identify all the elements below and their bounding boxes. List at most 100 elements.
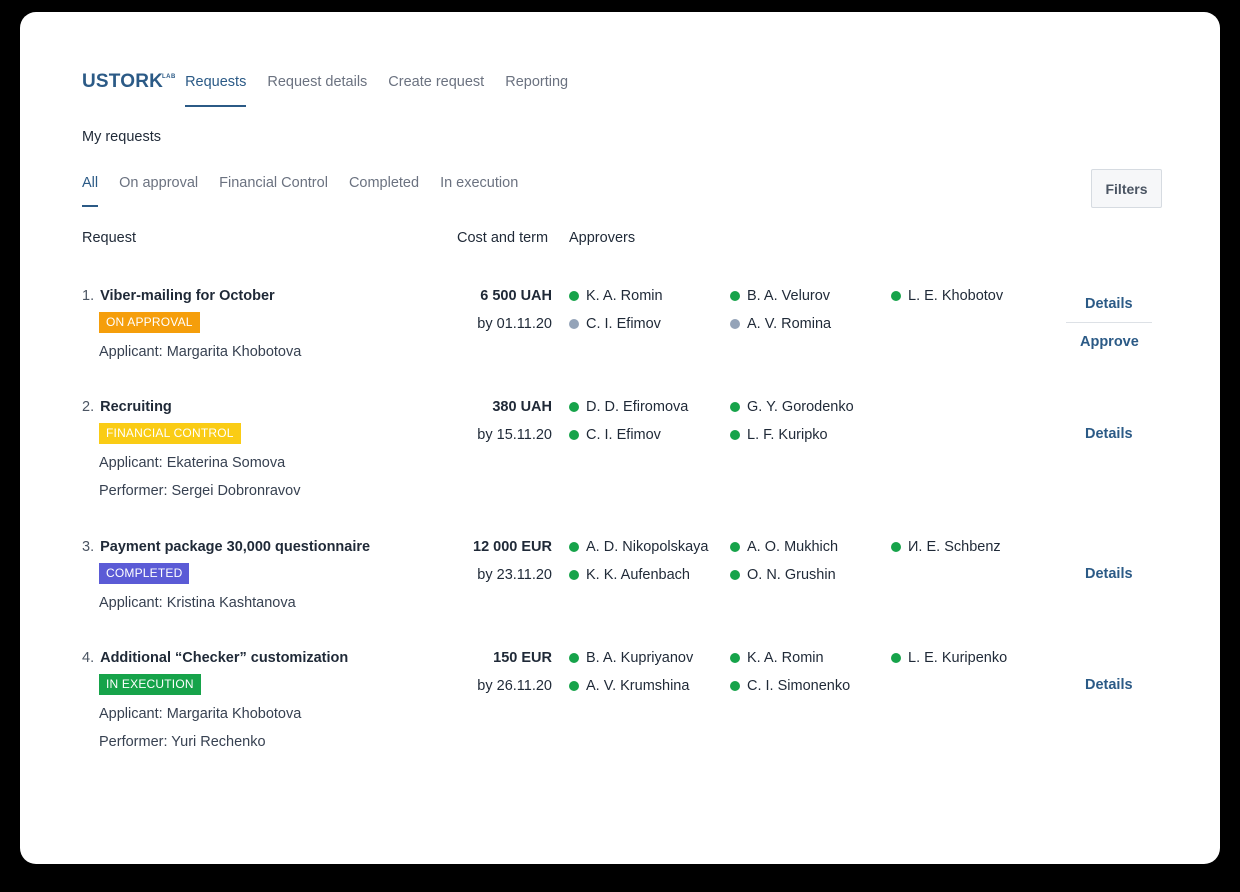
approver: A. D. Nikopolskaya <box>569 538 709 556</box>
approved-status-dot <box>891 291 901 301</box>
details-button[interactable]: Details <box>1085 426 1133 442</box>
pending-status-dot <box>569 319 579 329</box>
approved-status-dot <box>569 291 579 301</box>
approver-name: L. F. Kuripko <box>747 427 828 443</box>
nav-tab-reporting[interactable]: Reporting <box>505 70 568 106</box>
approver-name: G. Y. Gorodenko <box>747 399 854 415</box>
nav-tabs: Requests Request details Create request Rep… <box>185 70 589 107</box>
cost-amount: 150 EUR <box>493 650 552 666</box>
status-badge: ON APPROVAL <box>99 312 200 333</box>
cost-amount: 12 000 EUR <box>473 539 552 555</box>
approver-name: D. D. Efiromova <box>586 399 689 415</box>
performer-text: Performer: Sergei Dobronravov <box>99 483 301 499</box>
approver: A. V. Romina <box>730 315 831 333</box>
actions-divider <box>1066 322 1152 323</box>
brand-logo[interactable]: USTORK LAB <box>82 71 175 93</box>
approved-status-dot <box>891 542 901 552</box>
request-number: 1. <box>82 288 95 304</box>
approved-status-dot <box>730 430 740 440</box>
status-badge: FINANCIAL CONTROL <box>99 423 241 444</box>
filter-tab-in-execution[interactable]: In execution <box>440 175 518 207</box>
applicant-text: Applicant: Kristina Kashtanova <box>99 595 296 611</box>
approver-name: B. A. Kupriyanov <box>586 650 694 666</box>
approved-status-dot <box>569 570 579 580</box>
approver: B. A. Velurov <box>730 287 830 305</box>
filter-tab-on-approval[interactable]: On approval <box>119 175 198 207</box>
column-header-approvers: Approvers <box>569 230 636 246</box>
brand-name: USTORK <box>82 71 164 92</box>
request-title-line: 2. Recruiting <box>82 398 172 416</box>
approver: A. V. Krumshina <box>569 677 689 695</box>
approver-name: A. D. Nikopolskaya <box>586 539 709 555</box>
approver-name: K. A. Romin <box>586 288 663 304</box>
applicant-text: Applicant: Ekaterina Somova <box>99 455 286 471</box>
approver: B. A. Kupriyanov <box>569 649 693 667</box>
approver: K. K. Aufenbach <box>569 566 690 584</box>
filter-tab-all[interactable]: All <box>82 175 99 207</box>
nav-tab-create-request[interactable]: Create request <box>388 70 484 106</box>
approver: L. E. Kuripenko <box>891 649 1007 667</box>
approved-status-dot <box>730 542 740 552</box>
approver-name: K. A. Romin <box>747 650 824 666</box>
details-button[interactable]: Details <box>1085 677 1133 693</box>
approver: G. Y. Gorodenko <box>730 398 854 416</box>
status-badge: IN EXECUTION <box>99 674 201 695</box>
approver: C. I. Simonenko <box>730 677 850 695</box>
term-date: by 01.11.20 <box>477 316 552 332</box>
request-title-line: 3. Payment package 30,000 questionnaire <box>82 538 370 556</box>
request-number: 4. <box>82 650 95 666</box>
request-row: 3. Payment package 30,000 questionnaire CO… <box>20 538 1220 638</box>
term-date: by 23.11.20 <box>477 567 552 583</box>
approver-name: A. V. Romina <box>747 316 832 332</box>
approver: C. I. Efimov <box>569 426 661 444</box>
approved-status-dot <box>569 653 579 663</box>
approver: И. E. Schbenz <box>891 538 1001 556</box>
page-title: My requests <box>82 129 161 145</box>
approved-status-dot <box>730 402 740 412</box>
applicant-text: Applicant: Margarita Khobotova <box>99 706 302 722</box>
approved-status-dot <box>569 430 579 440</box>
approver: D. D. Efiromova <box>569 398 688 416</box>
column-header-request: Request <box>82 230 137 246</box>
approved-status-dot <box>730 653 740 663</box>
request-title-line: 4. Additional “Checker” customization <box>82 649 348 667</box>
approve-button[interactable]: Approve <box>1080 334 1139 350</box>
approver: K. A. Romin <box>569 287 663 305</box>
filter-tab-financial-control[interactable]: Financial Control <box>219 175 328 207</box>
term-date: by 15.11.20 <box>477 427 552 443</box>
cost-amount: 380 UAH <box>492 399 552 415</box>
brand-sup: LAB <box>162 74 176 80</box>
cost-amount: 6 500 UAH <box>480 288 552 304</box>
nav-tab-requests[interactable]: Requests <box>185 70 247 107</box>
request-title[interactable]: Recruiting <box>100 399 172 415</box>
approver-name: И. E. Schbenz <box>908 539 1001 555</box>
approver-name: C. I. Efimov <box>586 427 661 443</box>
approver: L. E. Khobotov <box>891 287 1003 305</box>
pending-status-dot <box>730 319 740 329</box>
approved-status-dot <box>730 570 740 580</box>
approver-name: C. I. Efimov <box>586 316 661 332</box>
approver: K. A. Romin <box>730 649 824 667</box>
request-number: 3. <box>82 539 95 555</box>
approver-name: K. K. Aufenbach <box>586 567 690 583</box>
request-title[interactable]: Additional “Checker” customization <box>100 650 348 666</box>
approver: O. N. Grushin <box>730 566 836 584</box>
performer-text: Performer: Yuri Rechenko <box>99 734 266 750</box>
approver-name: A. V. Krumshina <box>586 678 690 694</box>
approver: L. F. Kuripko <box>730 426 828 444</box>
request-title-line: 1. Viber-mailing for October <box>82 287 275 305</box>
approved-status-dot <box>730 681 740 691</box>
nav-tab-request-details[interactable]: Request details <box>267 70 367 106</box>
approved-status-dot <box>569 542 579 552</box>
approver: A. O. Mukhich <box>730 538 838 556</box>
filters-button[interactable]: Filters <box>1091 169 1162 208</box>
approver-name: B. A. Velurov <box>747 288 831 304</box>
request-row: 4. Additional “Checker” customization IN E… <box>20 649 1220 750</box>
approver: C. I. Efimov <box>569 315 661 333</box>
filter-tab-completed[interactable]: Completed <box>349 175 419 207</box>
request-title[interactable]: Payment package 30,000 questionnaire <box>100 539 370 555</box>
details-button[interactable]: Details <box>1085 566 1133 582</box>
request-title[interactable]: Viber-mailing for October <box>100 288 275 304</box>
status-filter-tabs: All On approval Financial Control Completed… <box>82 175 539 207</box>
details-button[interactable]: Details <box>1085 296 1133 312</box>
